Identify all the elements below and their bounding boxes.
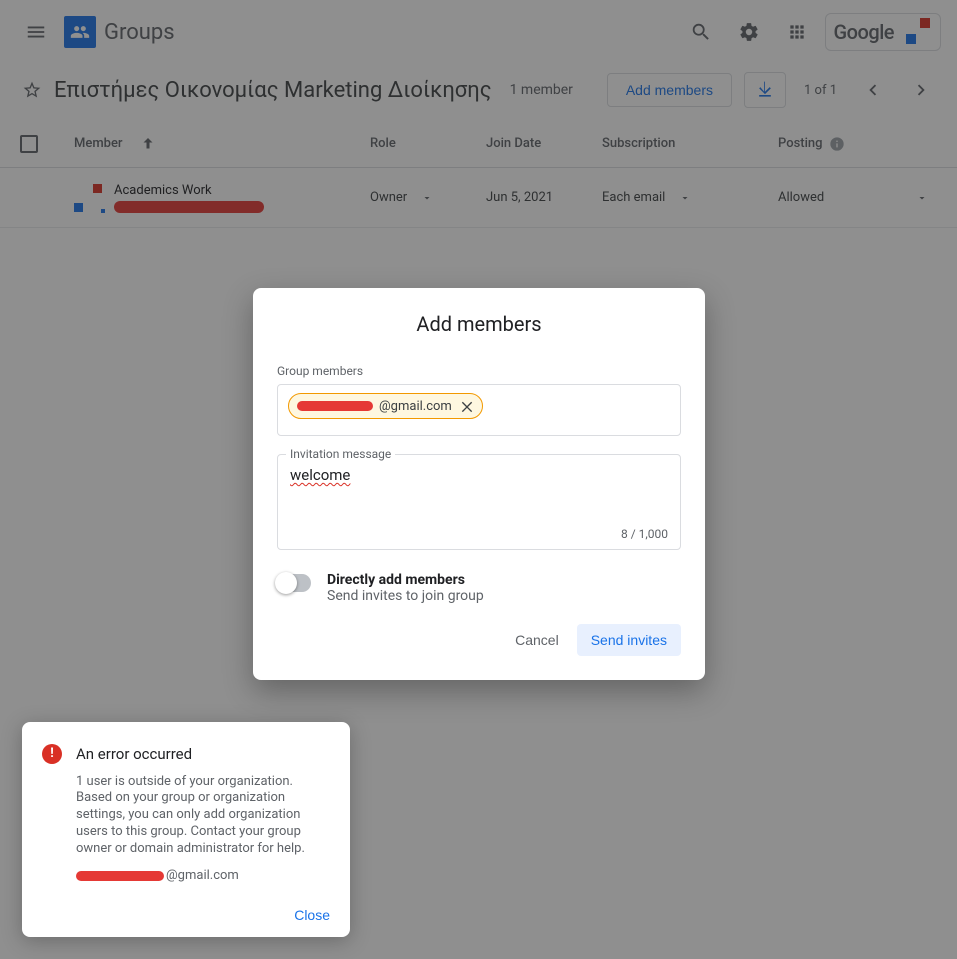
error-body: 1 user is outside of your organization. … <box>76 774 330 858</box>
toggle-subtitle: Send invites to join group <box>327 588 484 604</box>
member-chip[interactable]: @gmail.com <box>288 393 483 419</box>
invitation-message-input[interactable]: Invitation message welcome 8 / 1,000 <box>277 454 681 550</box>
error-icon: ! <box>42 744 62 764</box>
chip-remove-button[interactable] <box>458 397 476 415</box>
error-snackbar: ! An error occurred 1 user is outside of… <box>22 722 350 937</box>
invitation-text: welcome <box>290 466 350 484</box>
close-icon <box>459 398 475 414</box>
chip-email-suffix: @gmail.com <box>379 399 452 414</box>
dialog-title: Add members <box>277 312 681 336</box>
send-invites-button[interactable]: Send invites <box>577 624 681 656</box>
error-email-suffix: @gmail.com <box>166 868 239 883</box>
chip-redacted-prefix <box>297 401 373 411</box>
cancel-button[interactable]: Cancel <box>503 624 571 656</box>
directly-add-toggle[interactable] <box>277 574 311 592</box>
char-counter: 8 / 1,000 <box>621 527 668 541</box>
error-close-button[interactable]: Close <box>294 907 330 923</box>
invitation-label: Invitation message <box>286 447 395 461</box>
error-email-redacted <box>76 871 164 881</box>
error-title: An error occurred <box>76 745 192 763</box>
group-members-label: Group members <box>277 364 681 378</box>
group-members-input[interactable]: @gmail.com <box>277 384 681 436</box>
toggle-title: Directly add members <box>327 572 484 588</box>
add-members-dialog: Add members Group members @gmail.com Inv… <box>253 288 705 680</box>
